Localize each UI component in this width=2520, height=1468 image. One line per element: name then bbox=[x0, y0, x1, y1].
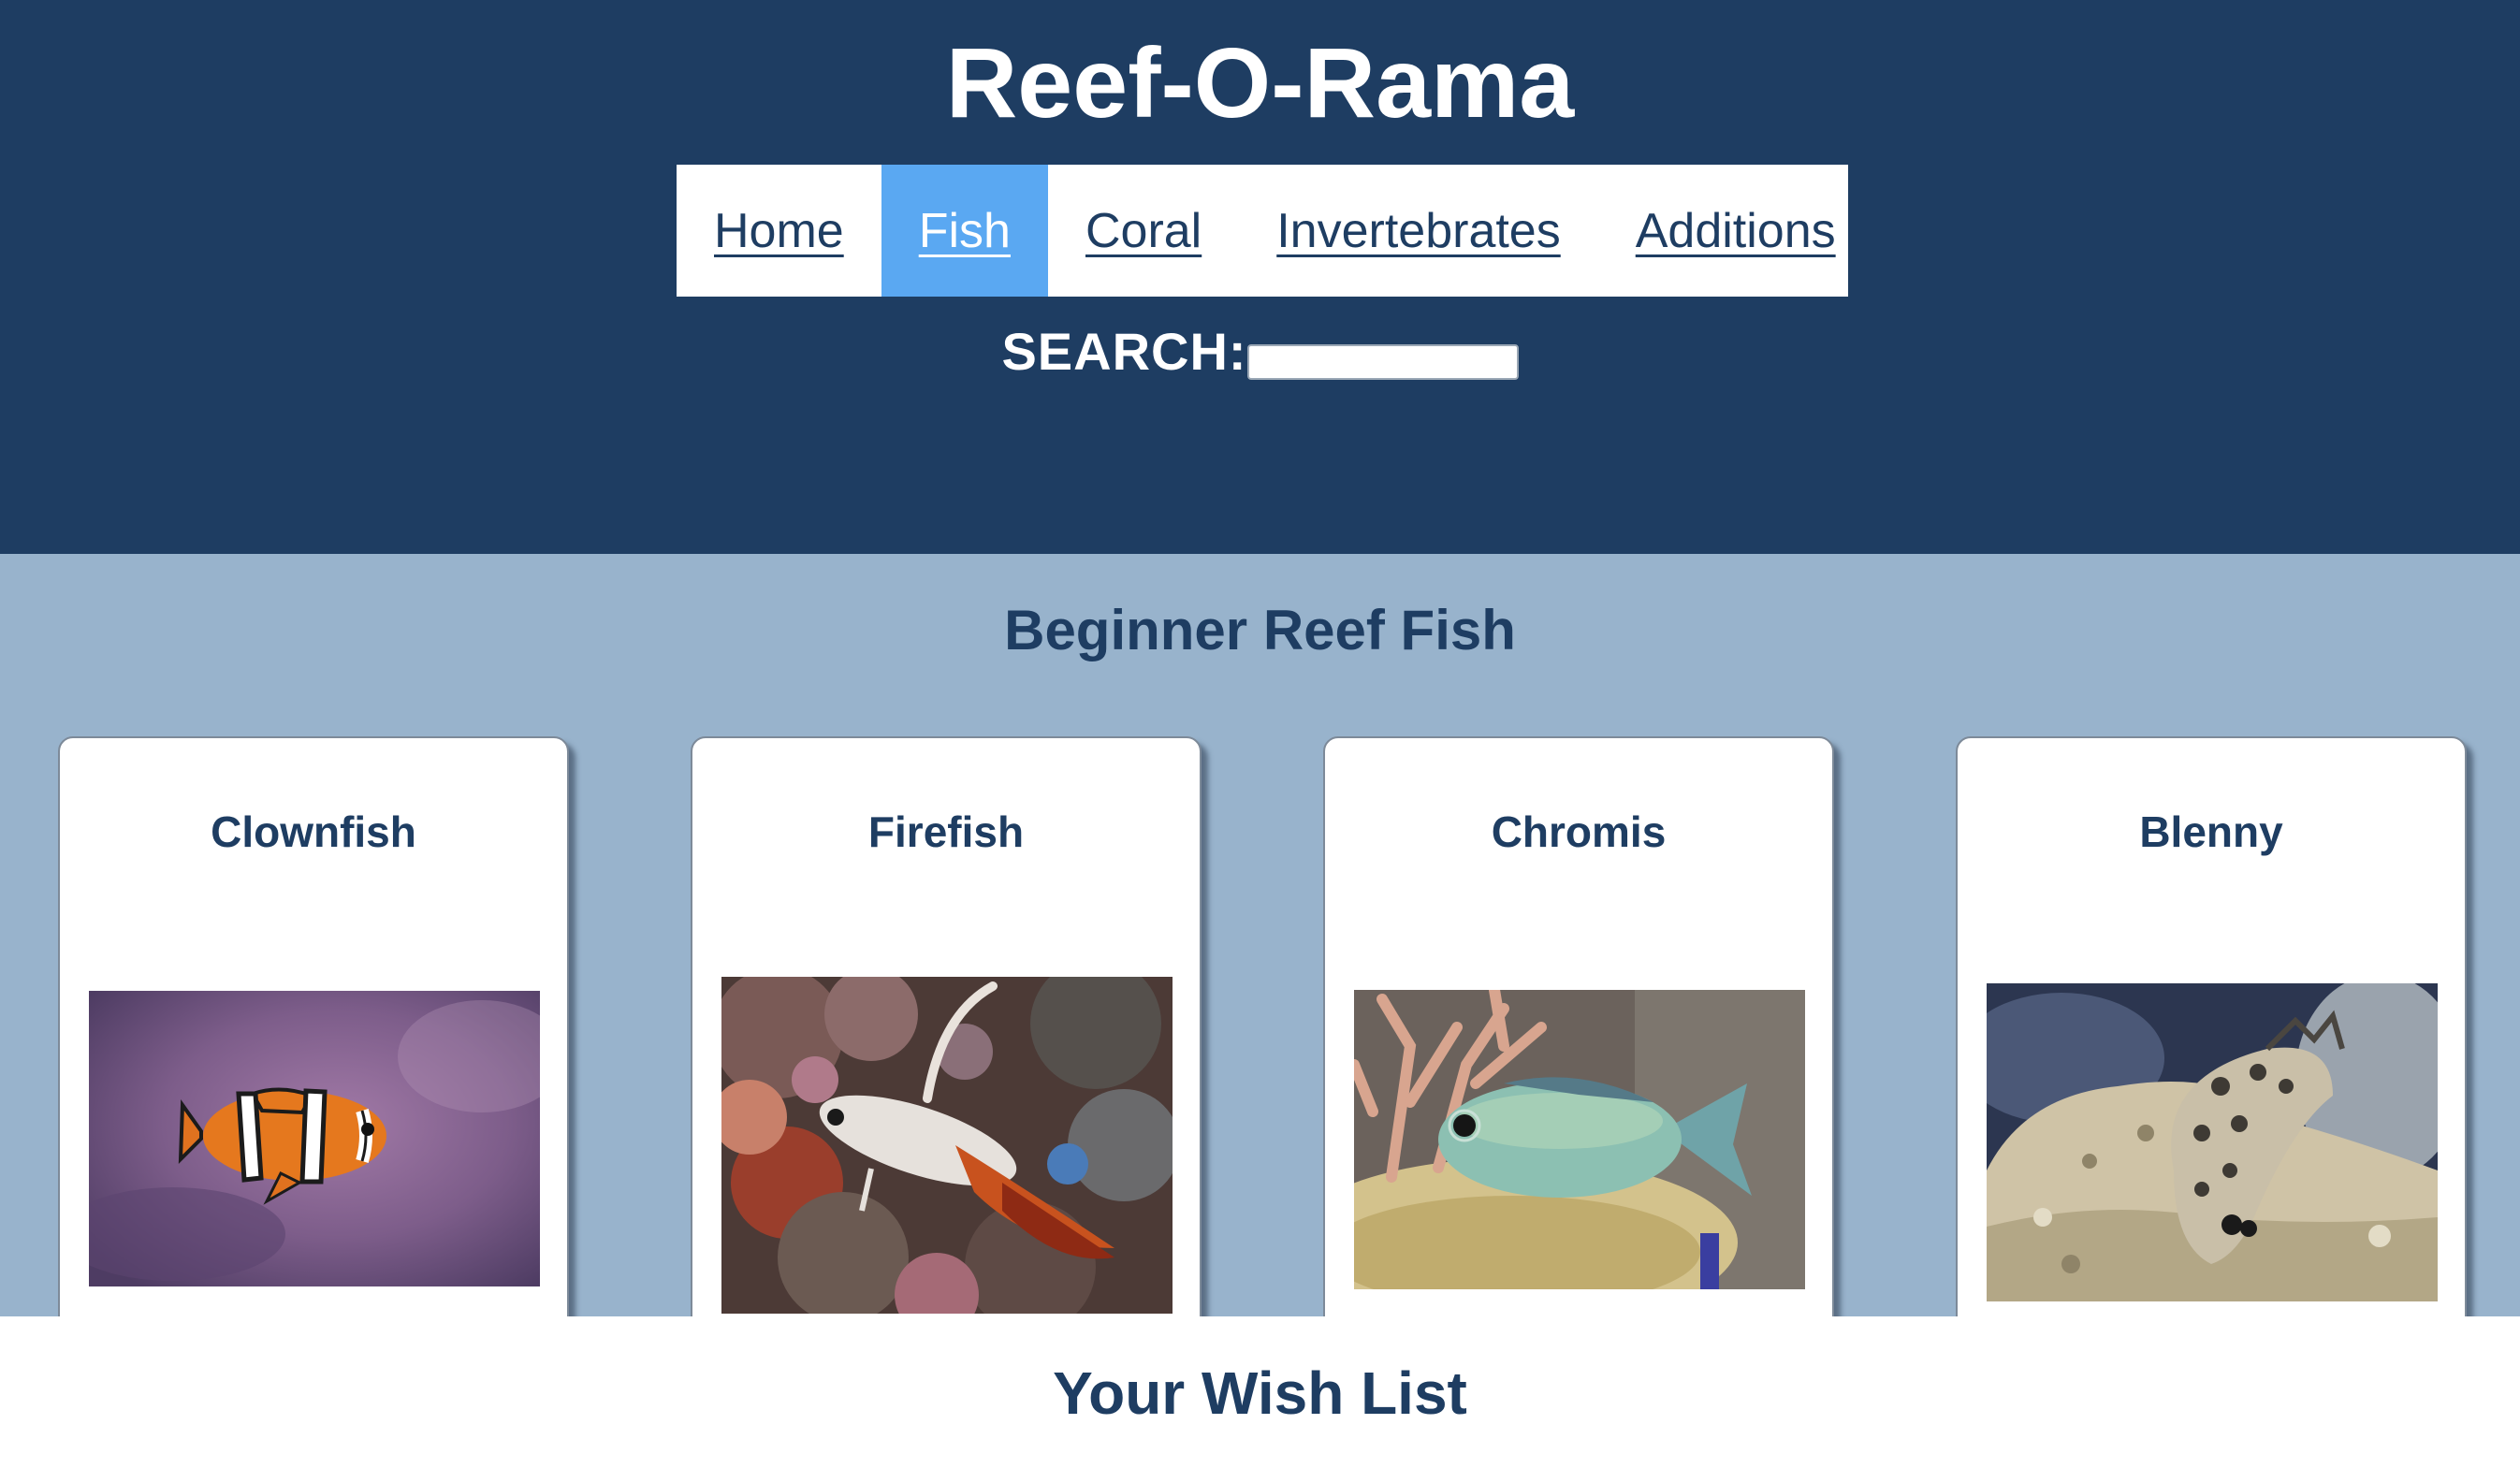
firefish-photo bbox=[721, 977, 1173, 1314]
site-title: Reef-O-Rama bbox=[945, 28, 1575, 138]
section-title: Beginner Reef Fish bbox=[1004, 599, 1516, 661]
search-input[interactable] bbox=[1246, 344, 1519, 380]
search-bar: SEARCH: bbox=[0, 316, 2520, 387]
card-title: Blenny bbox=[2139, 807, 2283, 856]
chromis-photo bbox=[1354, 990, 1805, 1289]
site-header: Reef-O-Rama Home Fish Coral Invertebrate… bbox=[0, 0, 2520, 554]
search-label: SEARCH: bbox=[1001, 322, 1247, 381]
nav-additions-link[interactable]: Additions bbox=[1598, 165, 1873, 297]
nav-invertebrates-link[interactable]: Invertebrates bbox=[1239, 165, 1598, 297]
card-title: Firefish bbox=[867, 807, 1025, 856]
main-nav: Home Fish Coral Invertebrates Additions bbox=[677, 165, 1848, 297]
clownfish-photo bbox=[89, 991, 540, 1286]
blenny-photo bbox=[1987, 983, 2438, 1301]
card-title: Chromis bbox=[1491, 807, 1667, 856]
wishlist-title: Your Wish List bbox=[1053, 1359, 1467, 1427]
wishlist-panel: Your Wish List bbox=[0, 1316, 2520, 1468]
nav-coral-link[interactable]: Coral bbox=[1048, 165, 1239, 297]
nav-fish-link[interactable]: Fish bbox=[881, 165, 1048, 297]
nav-home-link[interactable]: Home bbox=[677, 165, 881, 297]
card-title: Clownfish bbox=[211, 807, 416, 856]
